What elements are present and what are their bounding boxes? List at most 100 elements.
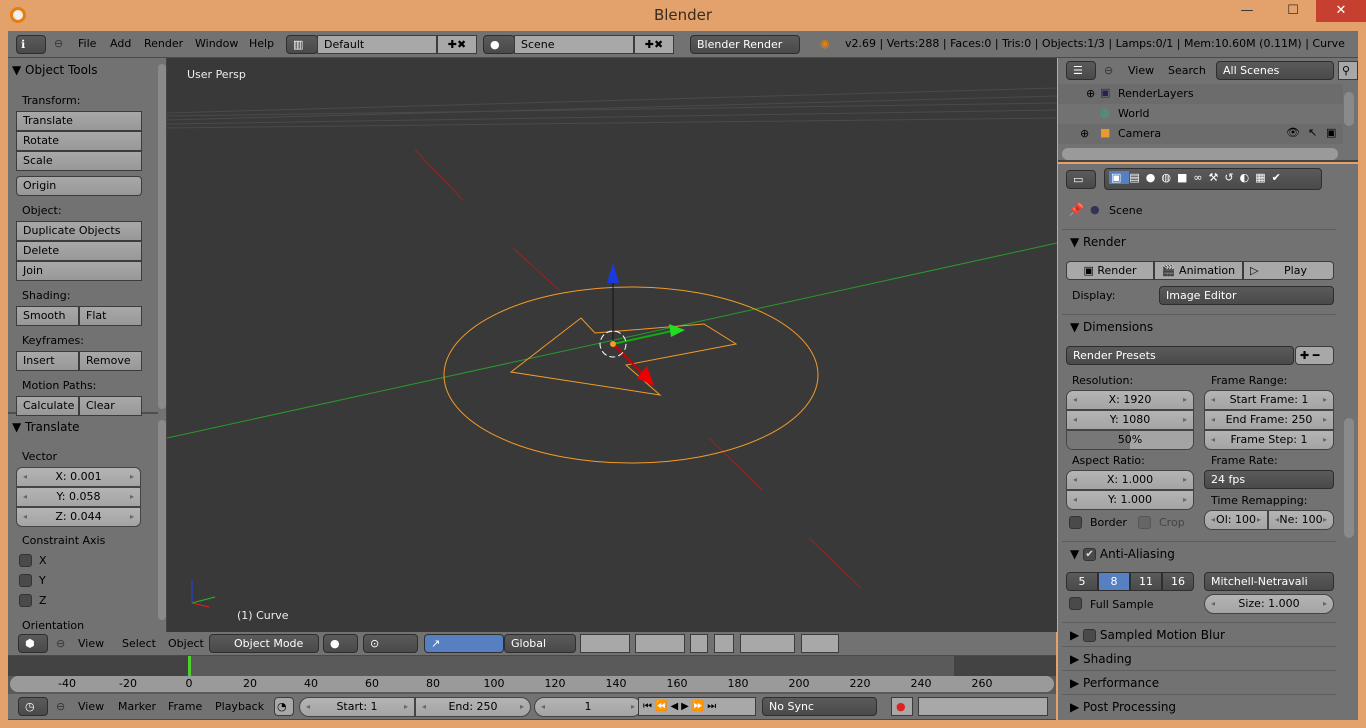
pin-icon[interactable]: 📌: [1068, 203, 1084, 218]
operator-scrollbar[interactable]: [158, 420, 166, 620]
end-frame-field[interactable]: End: 250: [415, 697, 531, 717]
editor-type-info-icon[interactable]: ℹ: [16, 35, 46, 54]
time-remap-old-field[interactable]: Ol: 100: [1204, 510, 1268, 530]
expand-icon[interactable]: ⊕: [1080, 127, 1089, 140]
layers-grid-2[interactable]: [635, 634, 685, 653]
current-frame-marker[interactable]: [188, 656, 191, 676]
render-tab-icon[interactable]: ▣: [1109, 171, 1130, 184]
keying-set-field[interactable]: [918, 697, 1048, 716]
translate-button[interactable]: Translate: [16, 111, 142, 131]
constraint-x-checkbox[interactable]: [19, 554, 32, 567]
render-engine-select[interactable]: Blender Render: [690, 35, 800, 54]
anti-aliasing-checkbox[interactable]: ✔: [1083, 548, 1097, 561]
outliner-h-scrollbar[interactable]: [1062, 148, 1338, 160]
minimize-button[interactable]: —: [1224, 0, 1270, 22]
render-panel-header[interactable]: ▼ Render: [1062, 229, 1336, 253]
vector-z-field[interactable]: Z: 0.044: [16, 507, 141, 527]
aa-samples-11-button[interactable]: 11: [1130, 572, 1162, 591]
outliner-filter-select[interactable]: All Scenes: [1216, 61, 1334, 80]
viewport-shading-icon[interactable]: ●: [323, 634, 358, 653]
properties-scrollbar[interactable]: [1344, 418, 1354, 538]
aa-samples-16-button[interactable]: 16: [1162, 572, 1194, 591]
manipulator-toggle-icon[interactable]: ↗: [424, 634, 504, 653]
scene-icon[interactable]: ●: [483, 35, 515, 54]
sync-mode-select[interactable]: No Sync: [762, 697, 877, 716]
close-button[interactable]: ✕: [1316, 0, 1366, 22]
timeline-scrollbar[interactable]: [10, 676, 1054, 692]
collapse-icon[interactable]: ⊖: [56, 632, 65, 656]
menu-file[interactable]: File: [78, 31, 96, 57]
aa-filter-select[interactable]: Mitchell-Netravali: [1204, 572, 1334, 591]
collapse-icon[interactable]: ⊖: [54, 31, 63, 57]
flat-button[interactable]: Flat: [79, 306, 142, 326]
3d-viewport[interactable]: [167, 58, 1057, 632]
proportional-edit-icon[interactable]: [714, 634, 734, 653]
layout-add-remove-icon[interactable]: ✚✖: [437, 35, 477, 54]
menu-marker[interactable]: Marker: [118, 694, 156, 720]
render-camera-icon[interactable]: ▣: [1326, 126, 1336, 139]
lock-layers-icon[interactable]: [690, 634, 708, 653]
display-select[interactable]: Image Editor: [1159, 286, 1334, 305]
transform-orientation-select[interactable]: Global: [504, 634, 576, 653]
constraint-y-checkbox[interactable]: [19, 574, 32, 587]
playback-controls-icon[interactable]: ⏮⏪◀▶⏩⏭: [638, 697, 756, 716]
delete-button[interactable]: Delete: [16, 241, 142, 261]
anti-aliasing-panel-header[interactable]: ▼ ✔ Anti-Aliasing: [1062, 541, 1336, 565]
menu-render[interactable]: Render: [144, 31, 183, 57]
clear-button[interactable]: Clear: [79, 396, 142, 416]
dimensions-panel-header[interactable]: ▼ Dimensions: [1062, 314, 1336, 338]
filter-size-field[interactable]: Size: 1.000: [1204, 594, 1334, 614]
editor-type-3d-icon[interactable]: ⬢: [18, 634, 48, 653]
menu-playback[interactable]: Playback: [215, 694, 264, 720]
outliner-view-menu[interactable]: View: [1128, 58, 1154, 84]
post-processing-panel-header[interactable]: ▶ Post Processing: [1062, 694, 1336, 718]
scene-field[interactable]: Scene: [514, 35, 634, 54]
toolshelf-scrollbar[interactable]: [158, 64, 166, 409]
vector-x-field[interactable]: X: 0.001: [16, 467, 141, 487]
properties-context-tabs[interactable]: ▣ ▤●◍■∞⚒↺◐▦✔: [1104, 168, 1322, 190]
time-remap-new-field[interactable]: Ne: 100: [1268, 510, 1334, 530]
presets-add-remove-icon[interactable]: ✚ ━: [1295, 346, 1334, 365]
snap-icon[interactable]: [740, 634, 795, 653]
full-sample-checkbox[interactable]: [1069, 597, 1082, 610]
collapse-icon[interactable]: ⊖: [56, 694, 65, 720]
aspect-x-field[interactable]: X: 1.000: [1066, 470, 1194, 490]
menu-help[interactable]: Help: [249, 31, 274, 57]
aspect-y-field[interactable]: Y: 1.000: [1066, 490, 1194, 510]
frame-rate-select[interactable]: 24 fps: [1204, 470, 1334, 489]
join-button[interactable]: Join: [16, 261, 142, 281]
play-button[interactable]: ▷ Play: [1243, 261, 1334, 280]
outliner-v-scrollbar[interactable]: [1344, 92, 1354, 126]
timeline[interactable]: [8, 656, 1056, 694]
end-frame-field[interactable]: End Frame: 250: [1204, 410, 1334, 430]
layout-field[interactable]: Default: [317, 35, 437, 54]
translate-panel-title[interactable]: ▼ Translate: [12, 420, 80, 434]
menu-object[interactable]: Object: [168, 632, 204, 656]
remove-keyframe-button[interactable]: Remove: [79, 351, 142, 371]
record-icon[interactable]: ●: [891, 697, 913, 716]
preview-range-icon[interactable]: ◔: [274, 697, 294, 716]
resolution-y-field[interactable]: Y: 1080: [1066, 410, 1194, 430]
resolution-percentage-slider[interactable]: 50%: [1066, 430, 1194, 450]
render-presets-select[interactable]: Render Presets: [1066, 346, 1294, 365]
animation-button[interactable]: 🎬 Animation: [1154, 261, 1243, 280]
outliner-item-camera[interactable]: ⊕ ■ Camera 👁 ↖ ▣: [1058, 124, 1343, 144]
insert-keyframe-button[interactable]: Insert: [16, 351, 79, 371]
duplicate-objects-button[interactable]: Duplicate Objects: [16, 221, 142, 241]
aa-samples-8-button[interactable]: 8: [1098, 572, 1130, 591]
frame-step-field[interactable]: Frame Step: 1: [1204, 430, 1334, 450]
layers-grid-1[interactable]: [580, 634, 630, 653]
menu-view[interactable]: View: [78, 694, 104, 720]
expand-icon[interactable]: ⊕: [1086, 87, 1095, 100]
scale-button[interactable]: Scale: [16, 151, 142, 171]
menu-frame[interactable]: Frame: [168, 694, 202, 720]
vector-y-field[interactable]: Y: 0.058: [16, 487, 141, 507]
menu-select[interactable]: Select: [122, 632, 156, 656]
render-opengl-icon[interactable]: [801, 634, 839, 653]
editor-type-properties-icon[interactable]: ▭: [1066, 170, 1096, 189]
calculate-button[interactable]: Calculate: [16, 396, 79, 416]
sampled-motion-blur-panel-header[interactable]: ▶ Sampled Motion Blur: [1062, 622, 1336, 646]
origin-button[interactable]: Origin: [16, 176, 142, 196]
collapse-icon[interactable]: ⊖: [1104, 58, 1113, 84]
render-button[interactable]: ▣ Render: [1066, 261, 1154, 280]
